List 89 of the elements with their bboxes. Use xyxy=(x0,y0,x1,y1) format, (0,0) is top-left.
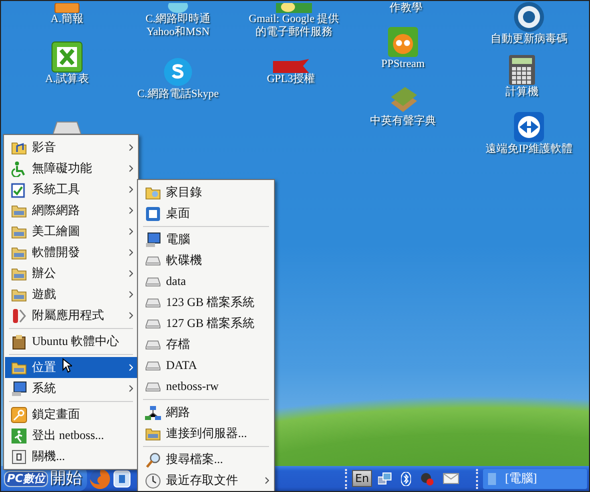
status-icon[interactable] xyxy=(420,472,434,486)
drive-icon xyxy=(144,276,160,286)
home-folder-icon xyxy=(144,186,160,200)
network-icon[interactable] xyxy=(378,472,392,486)
menu-item[interactable]: 美工繪圖 xyxy=(5,221,137,242)
chevron-icon xyxy=(129,249,133,256)
menu-item[interactable]: 網路 xyxy=(139,402,273,423)
chevron-icon xyxy=(129,291,133,298)
chevron-icon xyxy=(129,144,133,151)
menu-item[interactable]: 登出 netboss... xyxy=(5,425,137,446)
folder-icon xyxy=(10,288,26,302)
folder-icon xyxy=(10,246,26,260)
spreadsheet-icon xyxy=(51,41,83,73)
desktop-icon-label[interactable]: 作教學 xyxy=(390,2,422,15)
language-button[interactable]: En xyxy=(352,470,372,487)
search-icon xyxy=(144,452,160,468)
drive-icon xyxy=(144,256,160,266)
menu-item[interactable]: 鎖定畫面 xyxy=(5,404,137,425)
chevron-icon xyxy=(129,207,133,214)
desktop-icon-label[interactable]: C.網路即時通 Yahoo和MSN xyxy=(145,13,211,39)
chevron-icon xyxy=(129,312,133,319)
package-icon xyxy=(10,334,26,350)
desktop-icon-label[interactable]: 計算機 xyxy=(506,86,538,99)
menu-item[interactable]: 網際網路 xyxy=(5,200,137,221)
exit-icon xyxy=(10,428,26,444)
key-icon xyxy=(10,406,26,422)
desktop-icon-label[interactable]: A.試算表 xyxy=(45,73,89,86)
chevron-icon xyxy=(129,270,133,277)
folder-icon xyxy=(10,224,26,238)
clock-icon xyxy=(144,472,160,488)
menu-item[interactable]: 家目錄 xyxy=(139,182,273,203)
menu-item[interactable]: 關機... xyxy=(5,446,137,467)
menu-item[interactable]: 搜尋檔案... xyxy=(139,449,273,470)
drive-icon xyxy=(144,382,160,392)
server-folder-icon xyxy=(144,426,160,440)
chevron-icon xyxy=(129,385,133,392)
desktop-icon-label[interactable]: 自動更新病毒碼 xyxy=(490,33,568,46)
menu-item[interactable]: 無障礙功能 xyxy=(5,158,137,179)
wheelchair-icon xyxy=(10,160,26,176)
desktop-icon-label[interactable]: 中英有聲字典 xyxy=(370,115,436,128)
folder-icon xyxy=(10,360,26,374)
menu-item[interactable]: 系統工具 xyxy=(5,179,137,200)
browser-icon[interactable] xyxy=(89,468,112,490)
menu-item[interactable]: 連接到伺服器... xyxy=(139,423,273,444)
menu-item[interactable]: DATA xyxy=(139,355,273,376)
menu-item[interactable]: 位置 xyxy=(5,357,137,378)
mouse-pointer-icon xyxy=(62,358,72,373)
desktop-icon-label[interactable]: 遠端免IP維護軟體 xyxy=(486,143,572,156)
folder-icon xyxy=(10,204,26,218)
menu-item[interactable]: 影音 xyxy=(5,137,137,158)
desktop-icon-label[interactable]: A.簡報 xyxy=(50,13,84,26)
chevron-icon xyxy=(129,186,133,193)
drive-icon xyxy=(144,318,160,328)
chevron-icon xyxy=(265,477,269,484)
mascot-icon xyxy=(387,26,419,58)
checklist-icon xyxy=(10,182,26,198)
menu-item[interactable]: 軟體開發 xyxy=(5,242,137,263)
menu-item[interactable]: netboss-rw xyxy=(139,376,273,397)
menu-item[interactable]: 辦公 xyxy=(5,263,137,284)
calculator-icon xyxy=(506,54,538,86)
menu-item[interactable]: Ubuntu 軟體中心 xyxy=(5,331,137,352)
menu-item[interactable]: 遊戲 xyxy=(5,284,137,305)
desktop-icon-label[interactable]: Gmail: Google 提供 的電子郵件服務 xyxy=(248,13,340,39)
desktop-icon-label[interactable]: PPStream xyxy=(381,58,425,71)
bluetooth-icon[interactable] xyxy=(401,472,411,486)
skype-icon xyxy=(162,56,194,88)
menu-item[interactable]: 桌面 xyxy=(139,203,273,224)
menu-item[interactable]: 軟碟機 xyxy=(139,250,273,271)
menu-item[interactable]: 電腦 xyxy=(139,229,273,250)
drive-icon xyxy=(144,360,160,370)
network-icon xyxy=(144,404,160,420)
desktop-icon xyxy=(144,206,160,222)
chevron-icon xyxy=(129,364,133,371)
desktop-icon-label[interactable]: GPL3授權 xyxy=(266,73,316,86)
drive-icon xyxy=(144,340,160,350)
task-button[interactable]: [電腦] xyxy=(483,468,587,488)
desktop-icon-label[interactable]: C.網路電話Skype xyxy=(137,88,219,101)
menu-item[interactable]: 127 GB 檔案系統 xyxy=(139,313,273,334)
chevron-icon xyxy=(129,228,133,235)
folder-icon xyxy=(10,266,26,280)
menu-item[interactable]: 存檔 xyxy=(139,334,273,355)
drive-icon xyxy=(144,298,160,308)
menu-item[interactable]: 最近存取文件 xyxy=(139,470,273,491)
music-folder-icon xyxy=(10,140,26,154)
chevron-icon xyxy=(129,165,133,172)
menu-item[interactable]: data xyxy=(139,271,273,292)
menu-item[interactable]: 系統 xyxy=(5,378,137,399)
menu-item[interactable]: 附屬應用程式 xyxy=(5,305,137,326)
menu-item[interactable]: 123 GB 檔案系統 xyxy=(139,292,273,313)
